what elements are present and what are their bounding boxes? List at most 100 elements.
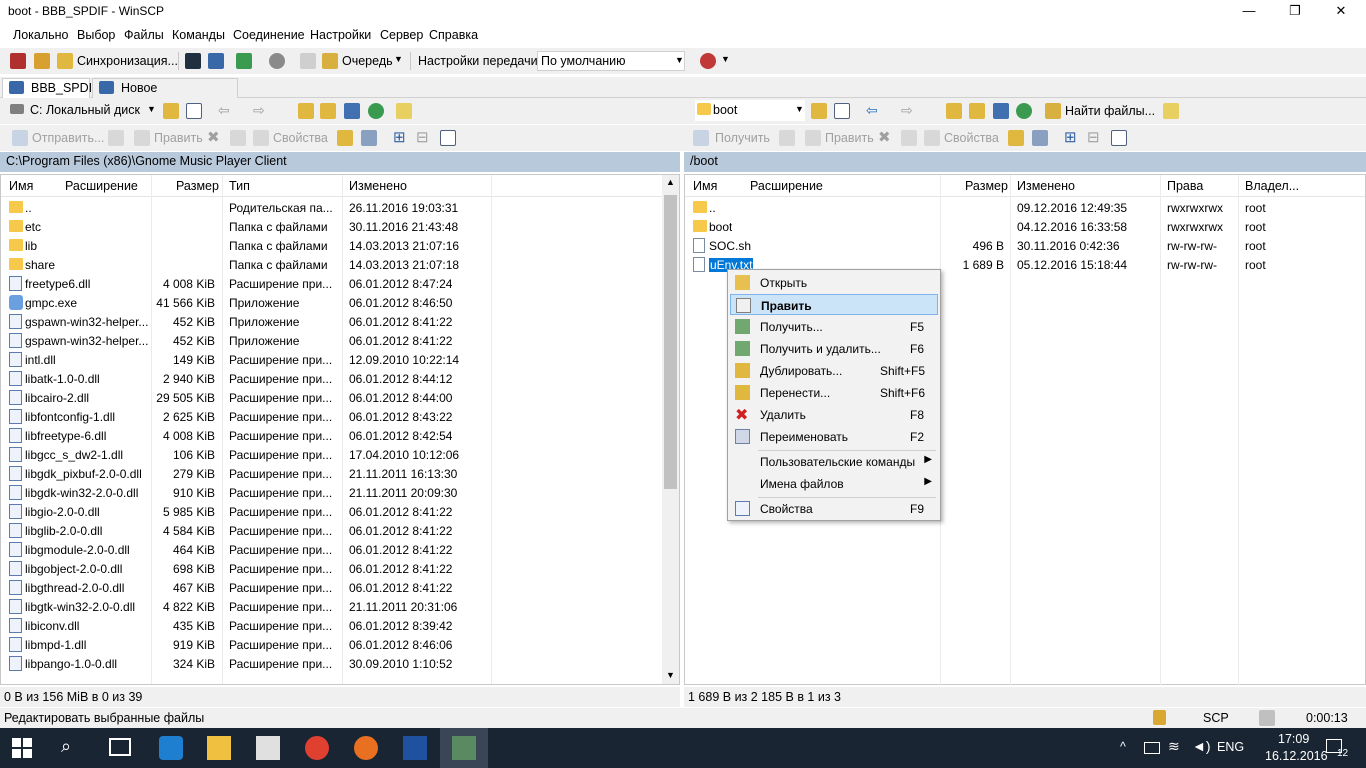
table-row[interactable]: libgdk_pixbuf-2.0-0.dll 279 KiB Расширение… bbox=[1, 465, 679, 484]
tray-chevron-icon[interactable]: ^ bbox=[1120, 740, 1126, 754]
unselect-icon[interactable]: ⊟ bbox=[416, 128, 429, 146]
open-folder-icon[interactable] bbox=[811, 103, 827, 119]
table-row[interactable]: libgdk-win32-2.0-0.dll 910 KiB Расширение … bbox=[1, 484, 679, 503]
menu-commands[interactable]: Команды bbox=[172, 28, 225, 42]
chevron-down-icon[interactable]: ▼ bbox=[721, 54, 730, 64]
table-row[interactable]: freetype6.dll 4 008 KiB Расширение при... 0… bbox=[1, 275, 679, 294]
table-row[interactable]: libgthread-2.0-0.dll 467 KiB Расширение пр… bbox=[1, 579, 679, 598]
menu-item-get-delete[interactable]: Получить и удалить... F6 bbox=[730, 338, 938, 359]
maximize-button[interactable]: ❐ bbox=[1272, 0, 1318, 22]
get-button[interactable]: Получить bbox=[715, 131, 770, 145]
language-indicator[interactable]: ENG bbox=[1217, 740, 1244, 754]
properties-button[interactable]: Свойства bbox=[944, 131, 999, 145]
chrome-icon[interactable] bbox=[305, 736, 329, 760]
minimize-button[interactable]: — bbox=[1226, 0, 1272, 22]
start-icon[interactable] bbox=[12, 738, 32, 758]
menu-item-move[interactable]: Перенести... Shift+F6 bbox=[730, 382, 938, 403]
scroll-down-icon[interactable]: ▼ bbox=[666, 670, 675, 680]
winscp-task-active[interactable] bbox=[440, 728, 488, 768]
menu-connection[interactable]: Соединение bbox=[233, 28, 305, 42]
menu-item-delete[interactable]: ✖ Удалить F8 bbox=[730, 404, 938, 425]
menu-item-duplicate[interactable]: Дублировать... Shift+F5 bbox=[730, 360, 938, 381]
new-folder-icon[interactable] bbox=[1008, 130, 1024, 146]
task-view-icon[interactable] bbox=[109, 738, 131, 756]
table-row[interactable]: libglib-2.0-0.dll 4 584 KiB Расширение при… bbox=[1, 522, 679, 541]
table-row[interactable]: gspawn-win32-helper... 452 KiB Приложение 0… bbox=[1, 332, 679, 351]
properties-button[interactable]: Свойства bbox=[273, 131, 328, 145]
col-changed[interactable]: Изменено bbox=[1017, 179, 1075, 193]
col-changed[interactable]: Изменено bbox=[349, 179, 407, 193]
wifi-icon[interactable]: ≋ bbox=[1168, 738, 1180, 755]
chevron-down-icon[interactable]: ▼ bbox=[394, 54, 403, 64]
clock-date[interactable]: 16.12.2016 bbox=[1265, 749, 1328, 763]
col-rights[interactable]: Права bbox=[1167, 179, 1203, 193]
edge-icon[interactable] bbox=[159, 736, 183, 760]
select-all-icon[interactable]: ⊞ bbox=[1064, 128, 1077, 146]
delete-icon[interactable]: ✖ bbox=[207, 128, 220, 146]
left-file-panel[interactable]: Имя Расширение Размер Тип Изменено .. Род… bbox=[0, 174, 680, 685]
open-folder-icon[interactable] bbox=[163, 103, 179, 119]
table-row[interactable]: SOC.sh 496 B 30.11.2016 0:42:36 rw-rw-rw-ro… bbox=[685, 237, 1365, 256]
find-files-button[interactable]: Найти файлы... bbox=[1065, 104, 1155, 118]
menu-item-open[interactable]: Открыть bbox=[730, 272, 938, 293]
table-row[interactable]: boot 04.12.2016 16:33:58 rwxrwxrwx root bbox=[685, 218, 1365, 237]
menu-server[interactable]: Сервер bbox=[380, 28, 423, 42]
table-row[interactable]: share Папка с файлами 14.03.2013 21:07:18 bbox=[1, 256, 679, 275]
table-row[interactable]: libmpd-1.dll 919 KiB Расширение при... 06.0… bbox=[1, 636, 679, 655]
table-row[interactable]: gspawn-win32-helper... 452 KiB Приложение 0… bbox=[1, 313, 679, 332]
left-path-bar[interactable]: C:\Program Files (x86)\Gnome Music Playe… bbox=[0, 152, 680, 172]
store-icon[interactable] bbox=[256, 736, 280, 760]
menu-item-get[interactable]: Получить... F5 bbox=[730, 316, 938, 337]
scroll-thumb[interactable] bbox=[664, 195, 677, 489]
synchronize-icon[interactable] bbox=[57, 53, 73, 69]
table-row[interactable]: libfontconfig-1.dll 2 625 KiB Расширение п… bbox=[1, 408, 679, 427]
battery-icon[interactable] bbox=[1144, 742, 1160, 754]
queue-folder-icon[interactable] bbox=[322, 53, 338, 69]
root-dir-icon[interactable] bbox=[320, 103, 336, 119]
table-row[interactable]: .. 09.12.2016 12:49:35 rwxrwxrwx root bbox=[685, 199, 1365, 218]
table-row[interactable]: libcairo-2.dll 29 505 KiB Расширение при..… bbox=[1, 389, 679, 408]
refresh-icon[interactable] bbox=[368, 103, 384, 119]
parent-dir-icon[interactable] bbox=[946, 103, 962, 119]
edit-button[interactable]: Править bbox=[154, 131, 203, 145]
compare-icon[interactable] bbox=[10, 53, 26, 69]
col-ext[interactable]: Расширение bbox=[65, 179, 138, 193]
refresh-icon[interactable] bbox=[236, 53, 252, 69]
refresh-icon[interactable] bbox=[1016, 103, 1032, 119]
table-row[interactable]: lib Папка с файлами 14.03.2013 21:07:16 bbox=[1, 237, 679, 256]
edit-button[interactable]: Править bbox=[825, 131, 874, 145]
col-size[interactable]: Размер bbox=[965, 179, 1008, 193]
table-row[interactable]: intl.dll 149 KiB Расширение при... 12.09.20… bbox=[1, 351, 679, 370]
col-owner[interactable]: Владел... bbox=[1245, 179, 1299, 193]
col-size[interactable]: Размер bbox=[176, 179, 219, 193]
forward-icon[interactable]: ⇨ bbox=[253, 102, 265, 119]
table-row[interactable]: libiconv.dll 435 KiB Расширение при... 06.0… bbox=[1, 617, 679, 636]
menu-item-rename[interactable]: Переименовать F2 bbox=[730, 426, 938, 447]
clock-time[interactable]: 17:09 bbox=[1278, 732, 1309, 746]
table-row[interactable]: libgio-2.0-0.dll 5 985 KiB Расширение при.… bbox=[1, 503, 679, 522]
scroll-up-icon[interactable]: ▲ bbox=[666, 177, 675, 187]
menu-select[interactable]: Выбор bbox=[77, 28, 115, 42]
parent-dir-icon[interactable] bbox=[298, 103, 314, 119]
home-icon[interactable] bbox=[344, 103, 360, 119]
filter-select-icon[interactable] bbox=[440, 130, 456, 146]
menu-help[interactable]: Справка bbox=[429, 28, 478, 42]
table-row[interactable]: libgcc_s_dw2-1.dll 106 KiB Расширение при.… bbox=[1, 446, 679, 465]
sync-browse-icon[interactable] bbox=[34, 53, 50, 69]
filter-icon[interactable] bbox=[186, 103, 202, 119]
menu-item-custom-commands[interactable]: Пользовательские команды ▶ bbox=[730, 451, 938, 472]
queue-icon[interactable] bbox=[300, 53, 316, 69]
table-row[interactable]: etc Папка с файлами 30.11.2016 21:43:48 bbox=[1, 218, 679, 237]
send-button[interactable]: Отправить... bbox=[32, 131, 104, 145]
menu-local[interactable]: Локально bbox=[13, 28, 69, 42]
menu-item-properties[interactable]: Свойства F9 bbox=[730, 498, 938, 519]
table-row[interactable]: libgtk-win32-2.0-0.dll 4 822 KiB Расширени… bbox=[1, 598, 679, 617]
filter-icon[interactable] bbox=[834, 103, 850, 119]
home-icon[interactable] bbox=[993, 103, 1009, 119]
putty-icon[interactable] bbox=[208, 53, 224, 69]
new-folder-icon[interactable] bbox=[337, 130, 353, 146]
search-icon[interactable]: ⌕ bbox=[61, 736, 71, 757]
transfer-settings-select[interactable]: По умолчанию ▼ bbox=[537, 51, 685, 71]
table-row[interactable]: libatk-1.0-0.dll 2 940 KiB Расширение при.… bbox=[1, 370, 679, 389]
right-path-bar[interactable]: /boot bbox=[684, 152, 1366, 172]
